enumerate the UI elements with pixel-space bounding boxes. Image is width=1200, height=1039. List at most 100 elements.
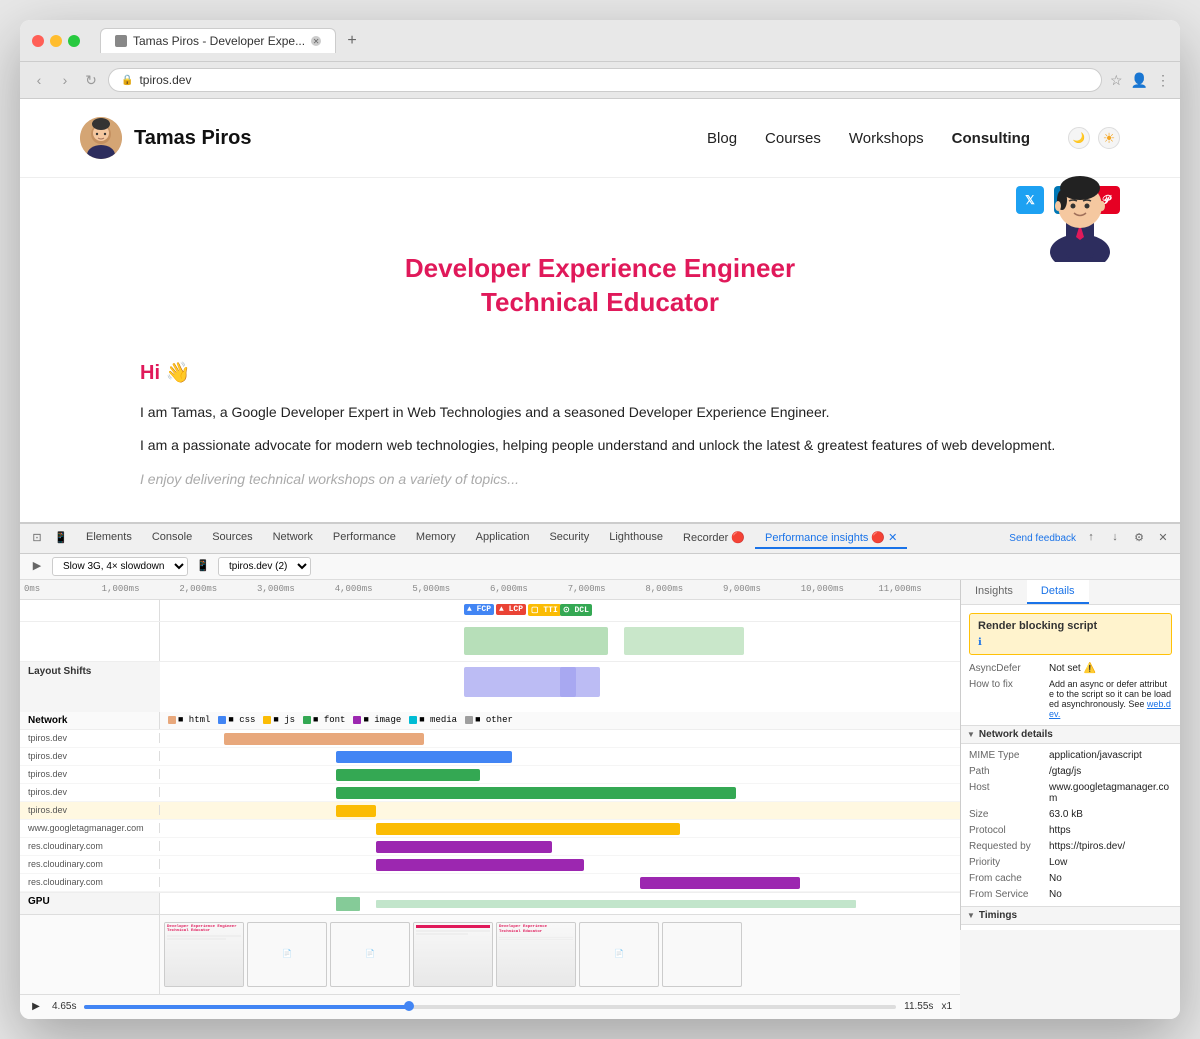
tab-performance[interactable]: Performance — [323, 528, 406, 549]
lock-icon: 🔒 — [121, 75, 133, 86]
close-devtools-icon[interactable]: ✕ — [1154, 529, 1172, 547]
dcl-marker: ⊙ DCL — [560, 604, 592, 616]
legend-html-dot — [168, 716, 176, 724]
minimize-button[interactable] — [50, 35, 62, 47]
back-button[interactable]: ‹ — [30, 71, 48, 89]
tab-close-button[interactable]: ✕ — [311, 36, 321, 46]
profile-icon[interactable]: 👤 — [1131, 72, 1148, 89]
url-select[interactable]: tpiros.dev (2) — [218, 557, 311, 576]
gpu-bar-1 — [336, 897, 360, 911]
devtools-inspect-icon[interactable]: ⊡ — [28, 529, 46, 547]
theme-toggle-sun[interactable]: ☀ — [1098, 127, 1120, 149]
network-bars — [160, 730, 960, 747]
mime-type-row: MIME Type application/javascript — [969, 750, 1172, 761]
record-icon[interactable]: ▶ — [28, 557, 46, 575]
tab-elements[interactable]: Elements — [76, 528, 142, 549]
progress-thumb[interactable] — [404, 1001, 414, 1011]
thumbnail-7 — [662, 922, 742, 987]
network-domain: tpiros.dev — [20, 787, 160, 797]
mark-3000ms: 3,000ms — [257, 584, 335, 594]
tab-memory[interactable]: Memory — [406, 528, 466, 549]
network-row[interactable]: tpiros.dev — [20, 730, 960, 748]
network-row[interactable]: res.cloudinary.com — [20, 838, 960, 856]
legend-media: ■ media — [409, 715, 457, 725]
device-icon[interactable]: 📱 — [194, 557, 212, 575]
net-bar — [376, 823, 680, 835]
network-row[interactable]: res.cloudinary.com — [20, 874, 960, 892]
requested-by-key: Requested by — [969, 841, 1049, 852]
progress-track[interactable] — [84, 1005, 896, 1009]
mime-type-key: MIME Type — [969, 750, 1049, 761]
thumbnail-strip: Developer Experience EngineerTechnical E… — [20, 914, 960, 994]
timings-header: ▼ Timings — [961, 906, 1180, 925]
network-row[interactable]: tpiros.dev — [20, 766, 960, 784]
nav-courses[interactable]: Courses — [765, 130, 821, 147]
import-icon[interactable]: ↓ — [1106, 529, 1124, 547]
network-row[interactable]: www.googletagmanager.com — [20, 820, 960, 838]
tab-console[interactable]: Console — [142, 528, 202, 549]
details-tab[interactable]: Details — [1027, 580, 1089, 604]
legend-html-label: ■ html — [178, 715, 210, 725]
tab-network[interactable]: Network — [263, 528, 323, 549]
mark-11000ms: 11,000ms — [878, 584, 956, 594]
insights-tab[interactable]: Insights — [961, 580, 1027, 604]
mark-5000ms: 5,000ms — [412, 584, 490, 594]
right-panel-tabs: Insights Details — [961, 580, 1180, 605]
ruler-marks: 0ms 1,000ms 2,000ms 3,000ms 4,000ms 5,00… — [20, 584, 960, 594]
close-button[interactable] — [32, 35, 44, 47]
network-domain: res.cloudinary.com — [20, 859, 160, 869]
legend-css: ■ css — [218, 715, 255, 725]
progress-fill — [84, 1005, 409, 1009]
nav-blog[interactable]: Blog — [707, 130, 737, 147]
export-icon[interactable]: ↑ — [1082, 529, 1100, 547]
from-service-key: From Service — [969, 889, 1049, 900]
layout-shifts-section: Layout Shifts — [20, 662, 960, 712]
network-row[interactable]: tpiros.dev — [20, 784, 960, 802]
thumbnail-3: 📄 — [330, 922, 410, 987]
website-content: Tamas Piros Blog Courses Workshops Consu… — [20, 99, 1180, 522]
site-logo: Tamas Piros — [80, 117, 251, 159]
network-bars — [160, 784, 960, 801]
network-row[interactable]: res.cloudinary.com — [20, 856, 960, 874]
forward-button[interactable]: › — [56, 71, 74, 89]
tab-recorder[interactable]: Recorder 🔴 — [673, 528, 755, 549]
collapse-icon[interactable]: ▼ — [967, 730, 975, 739]
layout-shifts-bars — [160, 662, 960, 712]
network-bars — [160, 802, 960, 819]
throttle-select[interactable]: Slow 3G, 4× slowdown — [52, 557, 188, 576]
send-feedback-link[interactable]: Send feedback — [1009, 533, 1076, 544]
url-field[interactable]: 🔒 tpiros.dev — [108, 68, 1102, 92]
bookmark-icon[interactable]: ☆ — [1110, 72, 1123, 89]
tab-security[interactable]: Security — [539, 528, 599, 549]
maximize-button[interactable] — [68, 35, 80, 47]
timings-collapse-icon[interactable]: ▼ — [967, 911, 975, 920]
devtools-responsive-icon[interactable]: 📱 — [52, 529, 70, 547]
requested-by-row: Requested by https://tpiros.dev/ — [969, 841, 1172, 852]
path-row: Path /gtag/js — [969, 766, 1172, 777]
theme-toggle-moon[interactable]: 🌙 — [1068, 127, 1090, 149]
alert-link[interactable]: ℹ — [978, 637, 982, 648]
network-row[interactable]: tpiros.dev — [20, 748, 960, 766]
tab-performance-insights[interactable]: Performance insights 🔴 ✕ — [755, 528, 907, 549]
active-tab[interactable]: Tamas Piros - Developer Expe... ✕ — [100, 28, 336, 53]
from-cache-val: No — [1049, 873, 1172, 884]
warning-icon: ⚠️ — [1083, 663, 1095, 674]
tab-lighthouse[interactable]: Lighthouse — [599, 528, 673, 549]
nav-consulting[interactable]: Consulting — [952, 130, 1030, 147]
tab-sources[interactable]: Sources — [202, 528, 262, 549]
new-tab-button[interactable]: + — [342, 31, 362, 51]
async-defer-key: AsyncDefer — [969, 663, 1049, 674]
nav-workshops[interactable]: Workshops — [849, 130, 924, 147]
tab-application[interactable]: Application — [466, 528, 540, 549]
settings-icon[interactable]: ⚙ — [1130, 529, 1148, 547]
legend-font-label: ■ font — [313, 715, 345, 725]
web-dev-link[interactable]: web.dev. — [1049, 699, 1171, 719]
play-button[interactable]: ▶ — [28, 999, 44, 1015]
menu-icon[interactable]: ⋮ — [1156, 72, 1170, 89]
gpu-bar-2 — [376, 900, 856, 908]
from-cache-row: From cache No — [969, 873, 1172, 884]
network-row[interactable]: tpiros.dev — [20, 802, 960, 820]
timings-title: Timings — [979, 910, 1017, 921]
reload-button[interactable]: ↻ — [82, 71, 100, 89]
priority-row: Priority Low — [969, 857, 1172, 868]
